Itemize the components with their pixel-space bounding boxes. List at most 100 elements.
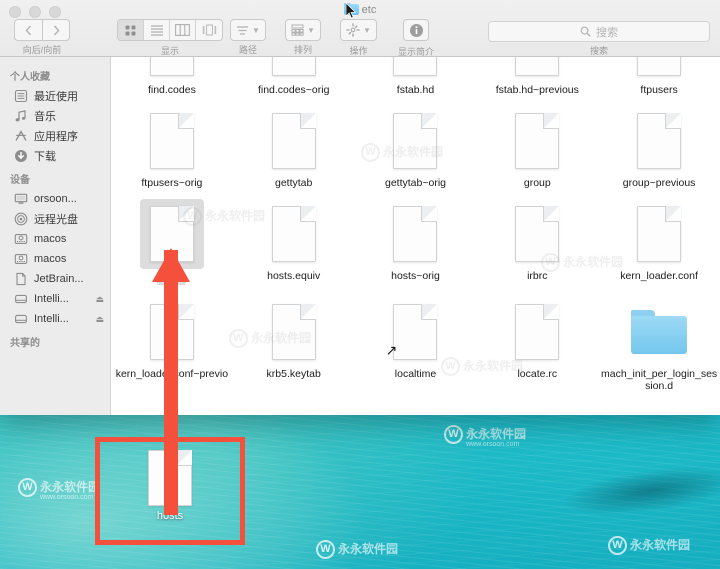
chevron-down-icon: ▼	[363, 25, 371, 35]
file-icon-slot	[383, 199, 447, 269]
sidebar-item-[interactable]: 音乐	[0, 106, 110, 126]
file-item[interactable]: krb5.keytab	[233, 291, 355, 392]
file-item[interactable]: ↗ localtime	[355, 291, 477, 392]
search-input[interactable]: 搜索	[488, 21, 710, 42]
finder-window[interactable]: etc 向后/向前 显示 ▼ 路径 ▼ 排列 ▼ 操作 显示简介 搜索 搜索 个…	[0, 0, 720, 415]
forward-button[interactable]	[42, 19, 70, 41]
file-item[interactable]: kern_loader.conf~previous	[111, 291, 233, 392]
document-icon	[393, 206, 438, 262]
file-item[interactable]: gettytab	[233, 100, 355, 189]
view-mode-grid[interactable]	[118, 20, 144, 40]
file-name-label: fstab.hd~previous	[495, 84, 579, 96]
get-info-button[interactable]	[403, 19, 429, 41]
file-item[interactable]: mach_init_per_login_session.d	[598, 291, 720, 392]
file-grid[interactable]: find.codes find.codes~orig fstab.hd fstab.h…	[111, 57, 720, 392]
file-item[interactable]: hosts	[111, 193, 233, 287]
document-icon	[393, 113, 438, 169]
sidebar-item-[interactable]: 应用程序	[0, 126, 110, 146]
arrange-button[interactable]: ▼	[285, 19, 321, 41]
window-controls[interactable]	[9, 6, 61, 18]
action-group: ▼ 操作	[340, 19, 377, 57]
sidebar-item-[interactable]: 最近使用	[0, 86, 110, 106]
document-icon	[515, 57, 560, 76]
view-mode-coverflow[interactable]	[196, 20, 222, 40]
sidebar-item-label: 下载	[34, 151, 56, 163]
downloads-icon	[15, 150, 27, 162]
action-button[interactable]: ▼	[340, 19, 377, 41]
sidebar-item-label: orsoon...	[34, 193, 77, 205]
document-icon	[271, 206, 316, 262]
document-icon	[271, 113, 316, 169]
view-mode-list[interactable]	[144, 20, 170, 40]
sidebar-item-label: JetBrain...	[34, 273, 84, 285]
document-icon	[149, 113, 194, 169]
sidebar-item-label: 应用程序	[34, 131, 78, 143]
file-item[interactable]: hosts~orig	[355, 193, 477, 287]
sidebar-item-macos[interactable]: macos	[0, 229, 110, 249]
file-item[interactable]: kern_loader.conf	[598, 193, 720, 287]
file-name-label: kern_loader.conf	[620, 270, 698, 282]
view-caption: 显示	[160, 45, 179, 56]
computer-icon	[14, 193, 28, 204]
file-item[interactable]: ftpusers~orig	[111, 100, 233, 189]
minimize-button[interactable]	[29, 6, 41, 18]
close-button[interactable]	[9, 6, 21, 18]
file-icon-slot	[140, 297, 204, 367]
window-title: etc	[0, 3, 720, 16]
file-item[interactable]: irbrc	[476, 193, 598, 287]
chevron-down-icon: ▼	[252, 25, 260, 35]
sidebar-item-orsoon[interactable]: orsoon...	[0, 189, 110, 209]
file-item[interactable]: group~previous	[598, 100, 720, 189]
sidebar-item-[interactable]: 下载	[0, 146, 110, 166]
view-mode-segmented-control[interactable]	[117, 19, 223, 41]
coverflow-view-icon	[202, 24, 216, 36]
sidebar-item-jetbrain[interactable]: JetBrain...	[0, 269, 110, 289]
nav-buttons[interactable]	[14, 19, 70, 41]
file-item[interactable]: fstab.hd	[355, 57, 477, 96]
document-icon	[515, 304, 560, 360]
document-icon	[149, 206, 194, 262]
hard-disk-icon	[14, 254, 28, 264]
file-item[interactable]: group	[476, 100, 598, 189]
file-icon-slot	[627, 297, 691, 367]
arrange-caption: 排列	[293, 45, 312, 55]
file-item[interactable]: fstab.hd~previous	[476, 57, 598, 96]
back-button[interactable]	[14, 19, 42, 41]
eject-icon[interactable]: ⏏	[95, 294, 110, 305]
alias-arrow-icon: ↗	[385, 342, 398, 358]
file-icon-slot	[262, 106, 326, 176]
file-item[interactable]: ftpusers	[598, 57, 720, 96]
path-group: ▼ 路径	[230, 19, 266, 56]
file-icon-slot	[383, 57, 447, 83]
sidebar-item-macos[interactable]: macos	[0, 249, 110, 269]
file-item[interactable]: gettytab~orig	[355, 100, 477, 189]
file-name-label: ftpusers	[640, 84, 678, 96]
file-item[interactable]: locate.rc	[476, 291, 598, 392]
path-button[interactable]: ▼	[230, 19, 266, 41]
navigation-group: 向后/向前	[14, 19, 70, 56]
eject-icon[interactable]: ⏏	[95, 314, 110, 325]
file-item[interactable]: hosts.equiv	[233, 193, 355, 287]
file-name-label: group	[523, 177, 551, 189]
arrange-group: ▼ 排列	[285, 19, 321, 56]
file-grid-container[interactable]: find.codes find.codes~orig fstab.hd fstab.h…	[111, 57, 720, 415]
file-item[interactable]: find.codes~orig	[233, 57, 355, 96]
sidebar-item-[interactable]: 远程光盘	[0, 209, 110, 229]
chevron-down-icon: ▼	[307, 25, 315, 35]
file-icon-slot	[140, 57, 204, 83]
file-icon-slot	[262, 199, 326, 269]
maximize-button[interactable]	[49, 6, 61, 18]
sidebar-item-intelli[interactable]: Intelli... ⏏	[0, 289, 110, 309]
sidebar-item-intelli[interactable]: Intelli... ⏏	[0, 309, 110, 329]
desktop-file-hosts[interactable]: hosts	[137, 450, 203, 522]
file-name-label: localtime	[394, 368, 437, 380]
info-caption: 显示简介	[398, 46, 435, 57]
folder-icon	[631, 310, 688, 354]
music-note-icon	[15, 110, 26, 122]
file-name-label: find.codes	[147, 84, 196, 96]
file-item[interactable]: find.codes	[111, 57, 233, 96]
view-mode-column[interactable]	[170, 20, 196, 40]
applications-icon	[15, 130, 27, 141]
gear-icon	[346, 23, 360, 37]
finder-sidebar[interactable]: 个人收藏 最近使用 音乐 应用程序 下载 设备 orsoon... 远程光盘 macos maco…	[0, 57, 111, 415]
